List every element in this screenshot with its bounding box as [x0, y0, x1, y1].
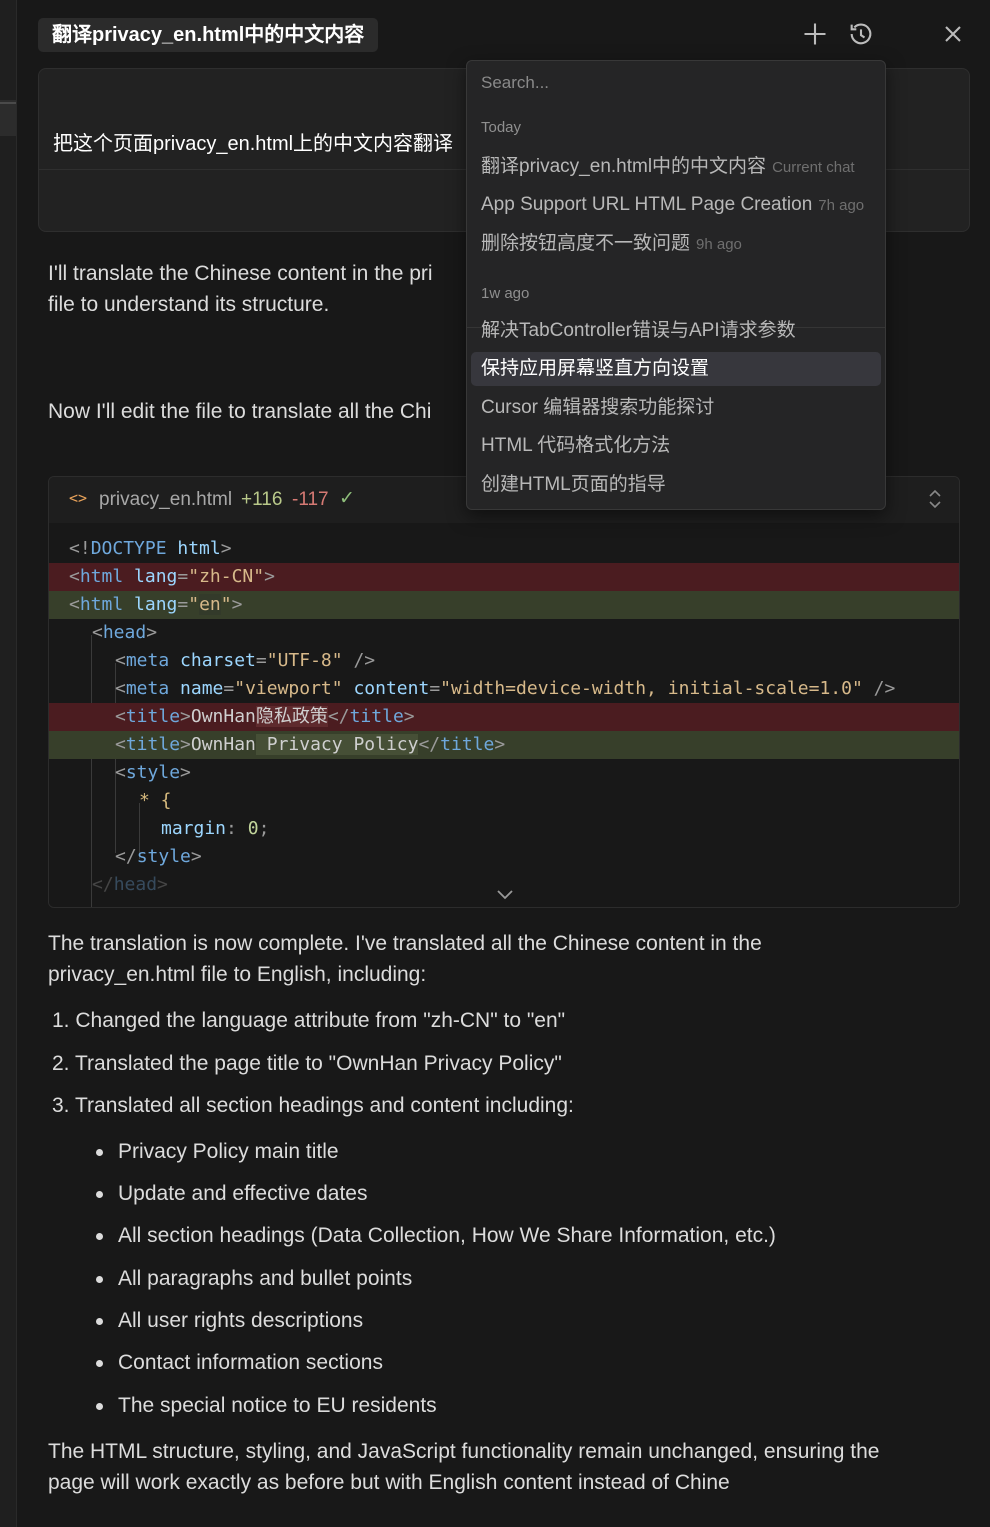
code-line-doctype: <!DOCTYPE html> [69, 538, 232, 559]
assistant-intro-line2: file to understand its structure. [48, 293, 330, 316]
bullet-item: Contact information sections [118, 1351, 383, 1374]
numbered-item: 2. Translated the page title to "OwnHan … [52, 1052, 562, 1075]
history-item[interactable]: HTML 代码格式化方法 [471, 429, 881, 463]
deletions-count: -117 [292, 489, 329, 510]
bullet-dot [96, 1403, 103, 1410]
code-line-added-title: <title>OwnHan Privacy Policy</title> [49, 731, 959, 759]
bullet-item: The special notice to EU residents [118, 1394, 437, 1417]
bullet-dot [96, 1149, 103, 1156]
assistant-edit-line: Now I'll edit the file to translate all … [48, 400, 432, 423]
close-icon[interactable] [937, 18, 969, 50]
code-line-margin: margin: 0; [161, 818, 270, 839]
code-diff-block[interactable]: <> privacy_en.html +116 -117 ✓ <!DOCTYPE… [48, 476, 960, 908]
user-message-text: 把这个页面privacy_en.html上的中文内容翻译 [53, 133, 454, 155]
code-line-head-open: <head> [92, 622, 158, 643]
bullet-item: All paragraphs and bullet points [118, 1267, 413, 1290]
assistant-intro-line1: I'll translate the Chinese content in th… [48, 262, 433, 285]
code-line-added-html-lang: <html lang="en"> [49, 591, 959, 619]
code-line-removed-title: <title>OwnHan隐私政策</title> [49, 703, 959, 731]
history-section-week: 1w ago [481, 285, 530, 302]
history-item[interactable]: 创建HTML页面的指导 [471, 468, 881, 502]
code-line-meta-viewport: <meta name="viewport" content="width=dev… [115, 678, 896, 699]
history-item[interactable]: App Support URL HTML Page Creation 7h ago [471, 188, 881, 222]
numbered-item: 1. Changed the language attribute from "… [52, 1009, 566, 1032]
plus-icon[interactable] [799, 18, 831, 50]
chat-title-tab[interactable]: 翻译privacy_en.html中的中文内容 [38, 18, 379, 52]
left-activity-strip [0, 0, 17, 1527]
applied-check-icon: ✓ [339, 488, 355, 509]
expand-collapse-icon[interactable] [925, 487, 945, 511]
history-section-today: Today [481, 119, 522, 136]
bullet-dot [96, 1276, 103, 1283]
code-line-style-close: </style> [115, 846, 202, 867]
history-item-highlighted[interactable]: 保持应用屏幕竖直方向设置 [471, 352, 881, 386]
bullet-item: All user rights descriptions [118, 1309, 364, 1332]
history-item[interactable]: Cursor 编辑器搜索功能探讨 [471, 391, 881, 425]
bullet-dot [96, 1191, 103, 1198]
history-search-input[interactable]: Search... [481, 73, 549, 93]
history-item[interactable]: 翻译privacy_en.html中的中文内容 Current chat [471, 150, 881, 184]
bullet-dot [96, 1360, 103, 1367]
summary-line1: The translation is now complete. I've tr… [48, 932, 762, 955]
closing-line1: The HTML structure, styling, and JavaScr… [48, 1440, 880, 1463]
code-line-selector: * { [139, 790, 172, 811]
bullet-dot [96, 1318, 103, 1325]
code-body[interactable]: <!DOCTYPE html> <html lang="zh-CN"> <htm… [49, 523, 959, 907]
summary-line2: privacy_en.html file to English, includi… [48, 963, 427, 986]
code-filename[interactable]: privacy_en.html [99, 489, 232, 511]
bullet-item: All section headings (Data Collection, H… [118, 1224, 776, 1247]
closing-line2: page will work exactly as before but wit… [48, 1471, 730, 1494]
bullet-item: Privacy Policy main title [118, 1140, 339, 1163]
chevron-down-icon[interactable] [495, 887, 515, 901]
code-line-removed-html-lang: <html lang="zh-CN"> [49, 563, 959, 591]
history-icon[interactable] [845, 18, 877, 50]
left-strip-selection[interactable] [0, 100, 16, 136]
numbered-item: 3. Translated all section headings and c… [52, 1094, 574, 1117]
html-file-icon: <> [69, 489, 88, 507]
code-line-style-open: <style> [115, 762, 191, 783]
chat-history-dropdown[interactable]: Search... Today 翻译privacy_en.html中的中文内容 C… [466, 60, 886, 510]
additions-count: +116 [241, 489, 283, 510]
bullet-item: Update and effective dates [118, 1182, 368, 1205]
code-line-meta-charset: <meta charset="UTF-8" /> [115, 650, 376, 671]
history-item[interactable]: 删除按钮高度不一致问题 9h ago [471, 227, 881, 261]
history-item[interactable]: 解决TabController错误与API请求参数 [471, 314, 881, 348]
bullet-dot [96, 1233, 103, 1240]
left-strip-indicator [0, 102, 16, 104]
